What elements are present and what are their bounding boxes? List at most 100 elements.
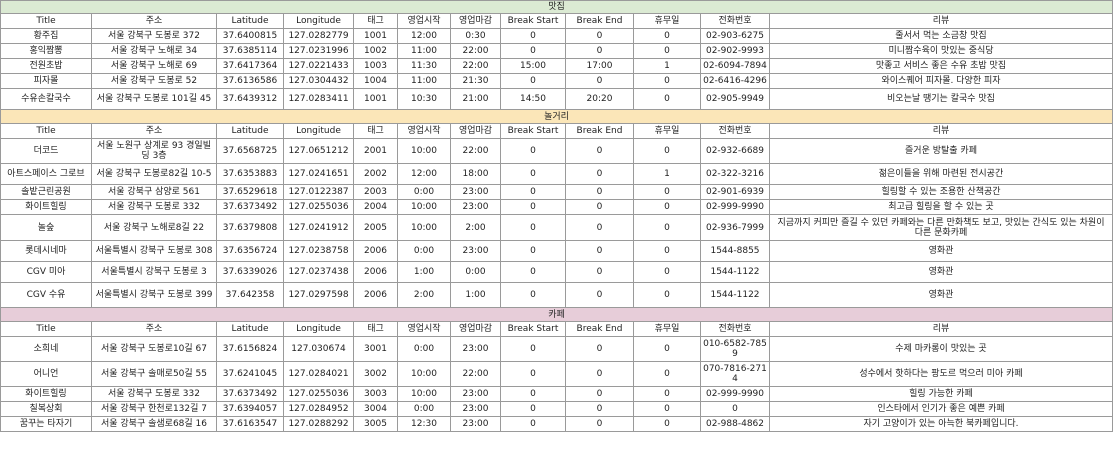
cell-break-start[interactable]: 0	[500, 261, 566, 283]
cell-break-end[interactable]: 0	[565, 163, 634, 185]
cell-tag[interactable]: 2006	[353, 261, 398, 283]
cell-break-start[interactable]: 0	[500, 336, 566, 362]
cell-close-time[interactable]: 22:00	[450, 43, 501, 59]
cell-longitude[interactable]: 127.0241912	[283, 214, 354, 241]
cell-close-time[interactable]: 23:00	[450, 184, 501, 200]
cell-title[interactable]: 소희네	[0, 336, 92, 362]
cell-latitude[interactable]: 37.6356724	[216, 240, 284, 262]
cell-break-end[interactable]: 0	[565, 184, 634, 200]
cell-phone[interactable]: 02-903-6275	[700, 28, 770, 44]
cell-break-end[interactable]: 0	[565, 416, 634, 432]
cell-title[interactable]: CGV 미아	[0, 261, 92, 283]
cell-break-end[interactable]: 20:20	[565, 88, 634, 110]
cell-review[interactable]: 영화관	[769, 261, 1113, 283]
cell-open-time[interactable]: 11:00	[397, 73, 451, 89]
cell-longitude[interactable]: 127.0282779	[283, 28, 354, 44]
cell-close-time[interactable]: 21:30	[450, 73, 501, 89]
cell-address[interactable]: 서울 강북구 도봉로 332	[91, 199, 217, 215]
column-header-break-end[interactable]: Break End	[565, 123, 634, 139]
cell-latitude[interactable]: 37.642358	[216, 282, 284, 308]
cell-open-time[interactable]: 10:00	[397, 138, 451, 164]
section-title[interactable]: 맛집	[0, 0, 1113, 14]
cell-title[interactable]: 칠복상회	[0, 401, 92, 417]
column-header-phone[interactable]: 전화번호	[700, 13, 770, 29]
cell-close-time[interactable]: 22:00	[450, 58, 501, 74]
section-title[interactable]: 카페	[0, 307, 1113, 322]
cell-address[interactable]: 서울특별시 강북구 도봉로 399	[91, 282, 217, 308]
cell-title[interactable]: 황주집	[0, 28, 92, 44]
cell-break-start[interactable]: 0	[500, 416, 566, 432]
cell-open-time[interactable]: 1:00	[397, 261, 451, 283]
cell-open-time[interactable]: 0:00	[397, 240, 451, 262]
cell-address[interactable]: 서울 강북구 삼양로 561	[91, 184, 217, 200]
cell-close-time[interactable]: 23:00	[450, 416, 501, 432]
column-header-address[interactable]: 주소	[91, 321, 217, 337]
cell-longitude[interactable]: 127.0237438	[283, 261, 354, 283]
column-header-break-end[interactable]: Break End	[565, 13, 634, 29]
column-header-longitude[interactable]: Longitude	[283, 123, 354, 139]
cell-tag[interactable]: 1003	[353, 58, 398, 74]
column-header-tag[interactable]: 태그	[353, 13, 398, 29]
column-header-break-start[interactable]: Break Start	[500, 123, 566, 139]
column-header-longitude[interactable]: Longitude	[283, 13, 354, 29]
cell-latitude[interactable]: 37.6529618	[216, 184, 284, 200]
cell-review[interactable]: 지금까지 커피만 즐길 수 있던 카페와는 다른 만화책도 보고, 맛있는 간식…	[769, 214, 1113, 241]
cell-phone[interactable]: 02-999-9990	[700, 199, 770, 215]
cell-holiday[interactable]: 0	[633, 88, 701, 110]
cell-break-start[interactable]: 0	[500, 361, 566, 387]
cell-longitude[interactable]: 127.0651212	[283, 138, 354, 164]
column-header-review[interactable]: 리뷰	[769, 321, 1113, 337]
column-header-title[interactable]: Title	[0, 321, 92, 337]
cell-holiday[interactable]: 0	[633, 138, 701, 164]
column-header-review[interactable]: 리뷰	[769, 123, 1113, 139]
cell-phone[interactable]: 02-999-9990	[700, 386, 770, 402]
cell-holiday[interactable]: 0	[633, 386, 701, 402]
cell-holiday[interactable]: 0	[633, 282, 701, 308]
cell-holiday[interactable]: 0	[633, 184, 701, 200]
cell-title[interactable]: 솔밭근린공원	[0, 184, 92, 200]
column-header-open-time[interactable]: 영업시작	[397, 123, 451, 139]
cell-address[interactable]: 서울 강북구 도봉로 372	[91, 28, 217, 44]
cell-holiday[interactable]: 0	[633, 401, 701, 417]
cell-holiday[interactable]: 1	[633, 163, 701, 185]
cell-address[interactable]: 서울 강북구 도봉로 52	[91, 73, 217, 89]
cell-phone[interactable]: 0	[700, 401, 770, 417]
cell-title[interactable]: 화이트힐링	[0, 199, 92, 215]
cell-open-time[interactable]: 12:00	[397, 163, 451, 185]
cell-holiday[interactable]: 0	[633, 199, 701, 215]
cell-address[interactable]: 서울 강북구 도봉로 101길 45	[91, 88, 217, 110]
cell-address[interactable]: 서울 강북구 도봉로10길 67	[91, 336, 217, 362]
cell-tag[interactable]: 1002	[353, 43, 398, 59]
cell-phone[interactable]: 02-905-9949	[700, 88, 770, 110]
column-header-title[interactable]: Title	[0, 123, 92, 139]
cell-review[interactable]: 비오는날 땡기는 칼국수 맛집	[769, 88, 1113, 110]
cell-phone[interactable]: 02-988-4862	[700, 416, 770, 432]
column-header-address[interactable]: 주소	[91, 123, 217, 139]
cell-phone[interactable]: 02-322-3216	[700, 163, 770, 185]
cell-tag[interactable]: 3005	[353, 416, 398, 432]
cell-break-start[interactable]: 0	[500, 73, 566, 89]
cell-tag[interactable]: 2004	[353, 199, 398, 215]
cell-close-time[interactable]: 18:00	[450, 163, 501, 185]
cell-phone[interactable]: 1544-8855	[700, 240, 770, 262]
cell-phone[interactable]: 1544-1122	[700, 261, 770, 283]
cell-latitude[interactable]: 37.6163547	[216, 416, 284, 432]
cell-title[interactable]: 어니언	[0, 361, 92, 387]
cell-break-start[interactable]: 14:50	[500, 88, 566, 110]
column-header-break-start[interactable]: Break Start	[500, 13, 566, 29]
cell-review[interactable]: 미니짬수육이 맛있는 중식당	[769, 43, 1113, 59]
cell-latitude[interactable]: 37.6385114	[216, 43, 284, 59]
cell-break-end[interactable]: 0	[565, 401, 634, 417]
cell-break-end[interactable]: 0	[565, 282, 634, 308]
cell-holiday[interactable]: 0	[633, 261, 701, 283]
cell-address[interactable]: 서울 노원구 상계로 93 경일빌딩 3층	[91, 138, 217, 164]
cell-latitude[interactable]: 37.6379808	[216, 214, 284, 241]
cell-longitude[interactable]: 127.0255036	[283, 199, 354, 215]
column-header-latitude[interactable]: Latitude	[216, 321, 284, 337]
cell-address[interactable]: 서울 강북구 노해로8길 22	[91, 214, 217, 241]
cell-tag[interactable]: 3001	[353, 336, 398, 362]
cell-break-start[interactable]: 0	[500, 282, 566, 308]
cell-latitude[interactable]: 37.6417364	[216, 58, 284, 74]
cell-close-time[interactable]: 22:00	[450, 138, 501, 164]
column-header-close-time[interactable]: 영업마감	[450, 321, 501, 337]
